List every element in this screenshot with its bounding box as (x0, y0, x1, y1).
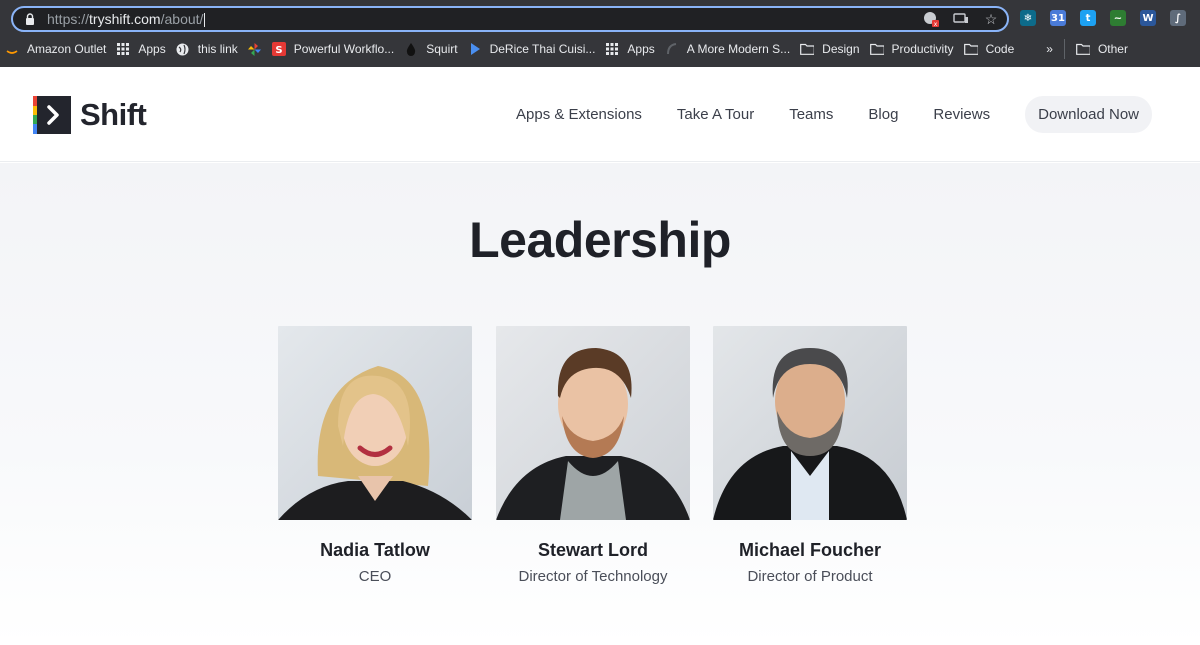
svg-text:S: S (275, 45, 282, 56)
team-member-card: Nadia Tatlow CEO (278, 326, 472, 585)
bookmark-star-icon[interactable]: ☆ (983, 11, 999, 27)
shift-logo-icon (33, 96, 71, 134)
droplet-icon (404, 42, 418, 56)
twitter-extension-icon[interactable]: t (1080, 10, 1096, 26)
folder-icon (869, 42, 884, 56)
bookmark-squirt[interactable]: Squirt (399, 38, 462, 60)
bookmark-other-bookmarks[interactable]: Other (1071, 38, 1128, 60)
bookmarks-bar: Amazon Outlet Apps this link S Powerful … (0, 38, 1200, 60)
shift-logo[interactable]: Shift (33, 96, 147, 134)
play-icon (468, 42, 482, 56)
text-caret (204, 13, 206, 28)
lock-icon[interactable] (23, 12, 37, 26)
bookmark-label: Amazon Outlet (27, 42, 107, 56)
bookmarks-overflow-button[interactable]: » (1041, 38, 1058, 60)
bookmark-folder-design[interactable]: Design (795, 38, 864, 60)
feather-extension-icon[interactable]: ∫ (1170, 10, 1186, 26)
bookmark-label: DeRice Thai Cuisi... (489, 42, 596, 56)
folder-icon (963, 42, 978, 56)
nav-reviews[interactable]: Reviews (933, 106, 990, 123)
nav-apps-extensions[interactable]: Apps & Extensions (516, 106, 642, 123)
team-member-photo (496, 326, 690, 520)
bookmark-label: this link (197, 42, 238, 56)
chart-extension-icon[interactable]: ~ (1110, 10, 1126, 26)
url-text[interactable]: https://tryshift.com/about/ (47, 10, 206, 28)
folder-icon (1076, 42, 1090, 56)
page-title: Leadership (469, 212, 731, 268)
address-bar[interactable]: https://tryshift.com/about/ x ☆ (11, 6, 1009, 32)
team-member-role: Director of Technology (518, 568, 668, 585)
overflow-label: » (1046, 42, 1053, 56)
team-member-card: Michael Foucher Director of Product (713, 326, 907, 585)
bookmark-apps[interactable]: Apps (111, 38, 170, 60)
nav-take-a-tour[interactable]: Take A Tour (677, 106, 754, 123)
team-member-role: CEO (358, 568, 392, 585)
bookmark-powerful-workflow[interactable]: S Powerful Workflo... (267, 38, 399, 60)
apps-grid-icon (605, 42, 619, 56)
bookmark-label: A More Modern S... (686, 42, 791, 56)
bookmark-label: Design (822, 42, 860, 56)
workflow-icon: S (271, 42, 286, 56)
team-member-role: Director of Product (747, 568, 873, 585)
bookmark-derice-thai[interactable]: DeRice Thai Cuisi... (463, 38, 601, 60)
team-member-name: Nadia Tatlow (320, 540, 430, 560)
url-host: tryshift.com (89, 10, 161, 27)
bookmark-apps-2[interactable]: Apps (600, 38, 659, 60)
bookmark-this-link[interactable]: this link (171, 38, 243, 60)
nav-blog[interactable]: Blog (868, 106, 898, 123)
amazon-icon (5, 42, 19, 56)
cast-icon[interactable] (953, 11, 969, 27)
bookmark-pinwheel[interactable] (243, 38, 267, 60)
ad-blocker-icon[interactable]: x (923, 11, 939, 27)
curve-icon (665, 42, 679, 56)
site-header: Shift Apps & Extensions Take A Tour Team… (0, 67, 1200, 162)
team-member-photo (713, 326, 907, 520)
browser-chrome: https://tryshift.com/about/ x ☆ ❄ 31 t ~ W ∫ … (0, 0, 1200, 67)
extensions-bar: ❄ 31 t ~ W ∫ (1020, 10, 1186, 26)
bookmark-label: Apps (138, 42, 166, 56)
url-scheme: https:// (47, 10, 90, 27)
bookmark-label: Powerful Workflo... (293, 42, 395, 56)
bookmark-folder-productivity[interactable]: Productivity (865, 38, 959, 60)
bookmark-more-modern[interactable]: A More Modern S... (660, 38, 795, 60)
apps-grid-icon (116, 42, 130, 56)
globe-icon (176, 42, 190, 56)
bookmark-label: Code (985, 42, 1015, 56)
bookmarks-divider (1063, 39, 1065, 59)
nav-teams[interactable]: Teams (789, 106, 833, 123)
download-now-button[interactable]: Download Now (1025, 96, 1152, 133)
svg-text:x: x (934, 21, 938, 27)
bookmark-label: Squirt (426, 42, 458, 56)
team-member-card: Stewart Lord Director of Technology (496, 326, 690, 585)
calendar-extension-icon[interactable]: 31 (1050, 10, 1066, 26)
logo-wordmark: Shift (80, 97, 147, 132)
folder-icon (800, 42, 815, 56)
team-member-photo (278, 326, 472, 520)
snowflake-extension-icon[interactable]: ❄ (1020, 10, 1036, 26)
bookmark-label: Apps (627, 42, 655, 56)
bookmark-folder-code[interactable]: Code (959, 38, 1020, 60)
team-member-name: Michael Foucher (738, 540, 882, 560)
pinwheel-icon (248, 42, 262, 56)
word-extension-icon[interactable]: W (1140, 10, 1156, 26)
leadership-section: Leadership Nadia Tatlow CEO Stewart Lord… (0, 163, 1200, 645)
omnibox-actions: x ☆ (923, 11, 999, 27)
team-member-name: Stewart Lord (537, 540, 648, 560)
main-nav: Apps & Extensions Take A Tour Teams Blog… (481, 96, 1152, 133)
bookmark-label: Other (1097, 42, 1128, 56)
bookmark-label: Productivity (891, 42, 954, 56)
bookmark-amazon-outlet[interactable]: Amazon Outlet (0, 38, 111, 60)
url-path: /about/ (160, 10, 204, 27)
